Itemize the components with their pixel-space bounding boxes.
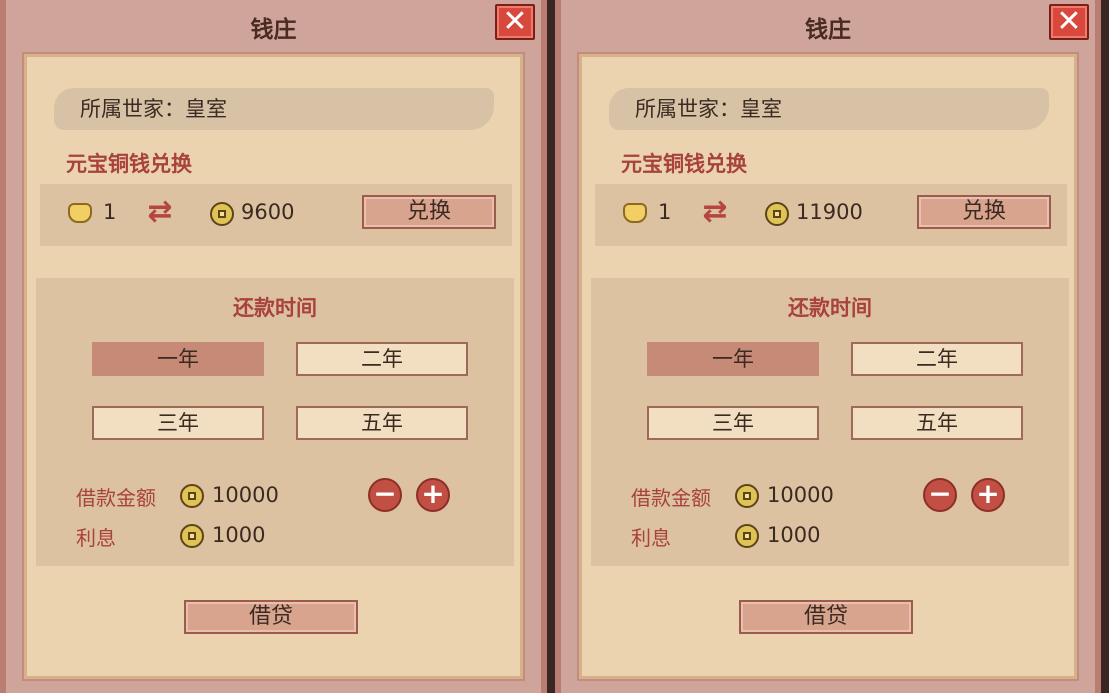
bank-panel-left: 钱庄 ✕ 所属世家：皇室 元宝铜钱兑换 1 ⇄ 9600 兑换 还款时间 一年 … [0, 0, 547, 693]
panel-title: 钱庄 [805, 17, 851, 43]
interest-label: 利息 [631, 526, 671, 550]
loan-amount: 10000 [767, 483, 834, 507]
copper-coin-icon [735, 524, 759, 548]
repayment-title: 还款时间 [788, 296, 872, 320]
close-icon[interactable]: ✕ [1049, 4, 1089, 40]
swap-icon: ⇄ [702, 194, 728, 229]
panel-divider [547, 0, 555, 693]
bank-panel-right: 钱庄 ✕ 所属世家：皇室 元宝铜钱兑换 1 ⇄ 11900 兑换 还款时间 一年… [555, 0, 1101, 693]
loan-button[interactable]: 借贷 [739, 600, 913, 634]
ingot-amount: 1 [658, 200, 672, 224]
right-edge-strip [1101, 0, 1109, 693]
copper-coin-icon [735, 484, 759, 508]
loan-amount-label: 借款金额 [76, 486, 156, 510]
repayment-box: 还款时间 一年 二年 三年 五年 借款金额 10000 − + 利息 1000 [36, 278, 514, 566]
repayment-title: 还款时间 [233, 296, 317, 320]
interest-amount: 1000 [212, 523, 266, 547]
coin-amount: 9600 [241, 200, 295, 224]
minus-button[interactable]: − [368, 478, 402, 512]
exchange-title: 元宝铜钱兑换 [66, 152, 192, 176]
option-three-years[interactable]: 三年 [92, 406, 264, 440]
option-five-years[interactable]: 五年 [296, 406, 468, 440]
interest-amount: 1000 [767, 523, 821, 547]
panel-title: 钱庄 [250, 17, 297, 43]
copper-coin-icon [180, 524, 204, 548]
swap-icon: ⇄ [147, 194, 173, 229]
family-label: 所属世家：皇室 [609, 88, 1049, 130]
family-label: 所属世家：皇室 [54, 88, 494, 130]
exchange-row: 1 ⇄ 9600 兑换 [40, 184, 512, 246]
loan-button[interactable]: 借贷 [184, 600, 358, 634]
ingot-amount: 1 [103, 200, 117, 224]
option-five-years[interactable]: 五年 [851, 406, 1023, 440]
gold-ingot-icon [68, 203, 92, 223]
copper-coin-icon [765, 202, 789, 226]
panel-body: 所属世家：皇室 元宝铜钱兑换 1 ⇄ 9600 兑换 还款时间 一年 二年 三年… [24, 54, 523, 679]
copper-coin-icon [180, 484, 204, 508]
loan-amount-label: 借款金额 [631, 486, 711, 510]
copper-coin-icon [210, 202, 234, 226]
interest-label: 利息 [76, 526, 116, 550]
plus-button[interactable]: + [416, 478, 450, 512]
convert-button[interactable]: 兑换 [917, 195, 1051, 229]
repayment-box: 还款时间 一年 二年 三年 五年 借款金额 10000 − + 利息 1000 [591, 278, 1069, 566]
option-three-years[interactable]: 三年 [647, 406, 819, 440]
option-two-years[interactable]: 二年 [296, 342, 468, 376]
convert-button[interactable]: 兑换 [362, 195, 496, 229]
exchange-title: 元宝铜钱兑换 [621, 152, 747, 176]
option-two-years[interactable]: 二年 [851, 342, 1023, 376]
exchange-row: 1 ⇄ 11900 兑换 [595, 184, 1067, 246]
panel-body: 所属世家：皇室 元宝铜钱兑换 1 ⇄ 11900 兑换 还款时间 一年 二年 三… [579, 54, 1077, 679]
plus-button[interactable]: + [971, 478, 1005, 512]
minus-button[interactable]: − [923, 478, 957, 512]
gold-ingot-icon [623, 203, 647, 223]
coin-amount: 11900 [796, 200, 863, 224]
option-one-year[interactable]: 一年 [92, 342, 264, 376]
close-icon[interactable]: ✕ [495, 4, 535, 40]
option-one-year[interactable]: 一年 [647, 342, 819, 376]
loan-amount: 10000 [212, 483, 279, 507]
